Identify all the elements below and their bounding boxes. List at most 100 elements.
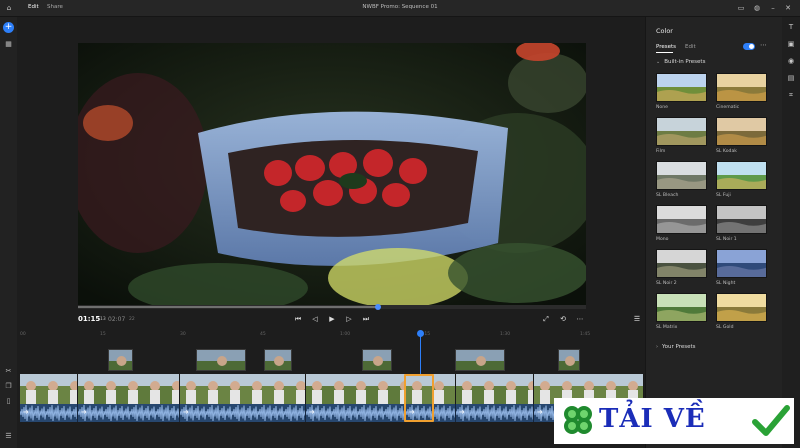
video-clip[interactable] xyxy=(456,374,534,404)
broll-clip[interactable] xyxy=(362,349,392,371)
effects-icon[interactable]: ▤ xyxy=(785,73,797,84)
preset-thumbnail xyxy=(716,293,767,322)
plus-icon[interactable]: + xyxy=(3,22,14,33)
audio-clip[interactable]: ➜ xyxy=(20,404,78,422)
go-to-start-icon[interactable]: ⏮ xyxy=(293,314,303,324)
preset-label: Film xyxy=(656,149,666,154)
ruler-tick: 00 xyxy=(20,332,26,337)
preset-film[interactable]: Film xyxy=(656,117,707,154)
your-presets-header[interactable]: › Your Presets xyxy=(656,344,696,350)
broll-clip[interactable] xyxy=(264,349,292,371)
preset-sl-gold[interactable]: SL Gold xyxy=(716,293,767,330)
minimize-icon[interactable]: – xyxy=(768,4,778,13)
scrub-handle[interactable] xyxy=(374,304,381,310)
preset-label: SL Fuji xyxy=(716,193,731,198)
preset-thumbnail xyxy=(716,73,767,102)
audio-clip[interactable]: ➜ xyxy=(78,404,180,422)
color-panel: Color Presets Edit ⋯ ⌄ Built-in Presets N… xyxy=(645,17,782,448)
close-icon[interactable]: ✕ xyxy=(783,4,793,13)
audio-icon[interactable]: ▣ xyxy=(785,39,797,50)
color-icon[interactable]: ◉ xyxy=(785,56,797,67)
step-back-icon[interactable]: ◁ xyxy=(310,314,320,324)
clover-icon xyxy=(564,406,592,434)
step-forward-icon[interactable]: ▷ xyxy=(344,314,354,324)
captions-icon[interactable]: T xyxy=(785,22,797,33)
preset-thumbnail xyxy=(656,249,707,278)
fit-icon[interactable]: ⤢ xyxy=(541,314,551,324)
scrub-bar[interactable] xyxy=(78,304,586,310)
audio-clip-icon: ➜ xyxy=(459,408,465,416)
presets-toggle[interactable] xyxy=(743,43,755,50)
total-frames: 22 xyxy=(129,317,135,322)
ruler-tick: 30 xyxy=(180,332,186,337)
broll-clip[interactable] xyxy=(558,349,580,371)
video-editor-app: ⌂ Edit Share NWBF Promo: Sequence 01 ▭ ◍… xyxy=(0,0,800,448)
play-icon[interactable]: ▶ xyxy=(327,314,337,324)
audio-clip-icon: ➜ xyxy=(81,408,87,416)
program-monitor[interactable] xyxy=(78,43,586,305)
scissors-icon[interactable]: ✂ xyxy=(3,366,14,376)
preset-sl-kodak[interactable]: SL Kodak xyxy=(716,117,767,154)
preset-mono[interactable]: Mono xyxy=(656,205,707,242)
preset-thumbnail xyxy=(716,205,767,234)
audio-clip-icon: ➜ xyxy=(309,408,315,416)
preset-cinematic[interactable]: Cinematic xyxy=(716,73,767,110)
media-icon[interactable]: ▦ xyxy=(3,39,14,50)
track-broll xyxy=(20,349,644,371)
checkmark-icon xyxy=(752,405,790,436)
preset-thumbnail xyxy=(716,249,767,278)
preset-thumbnail xyxy=(656,117,707,146)
list-icon[interactable]: ☰ xyxy=(3,431,14,441)
preset-sl-bleach[interactable]: SL Bleach xyxy=(656,161,707,198)
preset-sl-noir-2[interactable]: SL Noir 2 xyxy=(656,249,707,286)
preset-thumbnail xyxy=(656,73,707,102)
audio-clip-icon: ➜ xyxy=(537,408,543,416)
tab-edit-color[interactable]: Edit xyxy=(685,44,696,50)
video-clip[interactable] xyxy=(20,374,78,404)
more-icon[interactable]: ⋯ xyxy=(575,314,585,324)
preset-sl-night[interactable]: SL Night xyxy=(716,249,767,286)
chat-icon[interactable]: ▭ xyxy=(736,4,746,13)
preset-label: SL Noir 1 xyxy=(716,237,737,242)
preset-label: SL Gold xyxy=(716,325,734,330)
loop-icon[interactable]: ⟲ xyxy=(558,314,568,324)
ruler-tick: 45 xyxy=(260,332,266,337)
video-frame xyxy=(78,43,586,305)
watermark-text: TẢI VỀ xyxy=(599,404,706,434)
video-clip[interactable] xyxy=(78,374,180,404)
scrub-progress xyxy=(78,306,378,308)
go-to-end-icon[interactable]: ⏭ xyxy=(361,314,371,324)
audio-clip[interactable]: ➜ xyxy=(306,404,406,422)
panel-title: Color xyxy=(656,27,673,35)
audio-clip-icon: ➜ xyxy=(183,408,189,416)
preset-sl-fuji[interactable]: SL Fuji xyxy=(716,161,767,198)
builtin-presets-header[interactable]: ⌄ Built-in Presets xyxy=(656,59,705,65)
watermark: TẢI VỀ xyxy=(554,398,794,444)
video-clip[interactable] xyxy=(306,374,406,404)
preset-sl-matrix[interactable]: SL Matrix xyxy=(656,293,707,330)
selected-clip[interactable] xyxy=(404,374,434,422)
preset-label: SL Bleach xyxy=(656,193,679,198)
more-icon[interactable]: ⋯ xyxy=(760,41,767,49)
preset-none[interactable]: None xyxy=(656,73,707,110)
broll-clip[interactable] xyxy=(196,349,246,371)
user-icon[interactable]: ◍ xyxy=(752,4,762,13)
preset-thumbnail xyxy=(656,293,707,322)
audio-clip[interactable]: ➜ xyxy=(456,404,534,422)
trash-icon[interactable]: ▯ xyxy=(3,396,14,406)
transform-icon[interactable]: ⌗ xyxy=(785,90,797,101)
timeline-ruler[interactable]: 00 15 30 45 1:00 1:15 1:30 1:45 xyxy=(20,332,644,342)
copy-icon[interactable]: ❐ xyxy=(3,381,14,391)
current-timecode: 01:15 xyxy=(78,315,101,323)
top-bar: ⌂ Edit Share NWBF Promo: Sequence 01 ▭ ◍… xyxy=(0,0,800,17)
audio-clip[interactable]: ➜ xyxy=(180,404,306,422)
timeline-settings-icon[interactable]: ☰ xyxy=(632,314,642,324)
tab-presets[interactable]: Presets xyxy=(656,44,676,50)
transport-controls: 01:15 13 02:07 22 ⏮ ◁ ▶ ▷ ⏭ ⤢ ⟲ ⋯ xyxy=(78,312,586,326)
sequence-title: NWBF Promo: Sequence 01 xyxy=(362,4,438,10)
broll-clip[interactable] xyxy=(108,349,133,371)
preset-sl-noir-1[interactable]: SL Noir 1 xyxy=(716,205,767,242)
video-clip[interactable] xyxy=(180,374,306,404)
preset-thumbnail xyxy=(716,117,767,146)
broll-clip[interactable] xyxy=(455,349,505,371)
